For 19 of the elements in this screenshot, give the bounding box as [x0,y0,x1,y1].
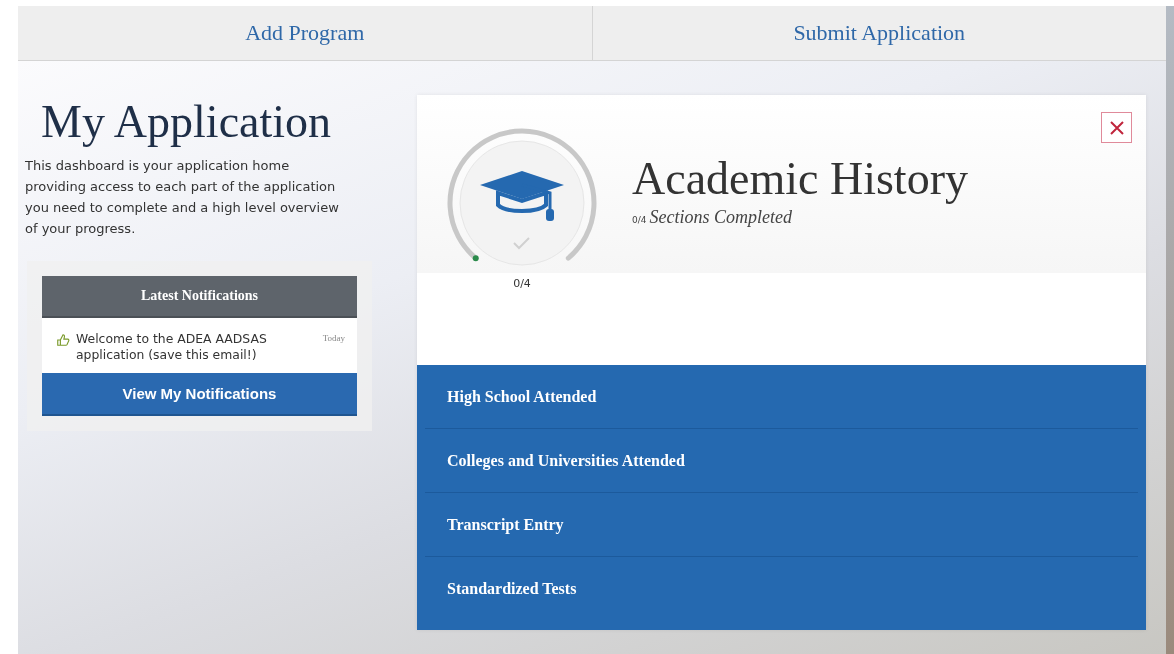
view-notifications-button[interactable]: View My Notifications [42,373,357,416]
graduation-cap-icon [480,171,564,221]
thumbs-up-icon [56,333,70,347]
section-link[interactable]: Standardized Tests [425,557,1138,620]
section-link[interactable]: Colleges and Universities Attended [425,429,1138,493]
section-link[interactable]: Transcript Entry [425,493,1138,557]
intro-text: This dashboard is your application home providing access to each part of the application you need to complete and a high level overview of your progress. [25,157,340,238]
notifications-heading: Latest Notifications [42,276,357,318]
notification-text[interactable]: Welcome to the ADEA AADSAS application (save this email!) [76,331,286,363]
sections-completed-label: Sections Completed [649,207,792,228]
check-icon [513,237,530,250]
sections-count: 0/4 [632,215,647,225]
progress-label: 0/4 [513,277,531,290]
panel-title: Academic History [632,153,968,205]
nav-link[interactable]: Add Program [18,6,592,60]
close-button[interactable] [1101,112,1132,143]
section-link[interactable]: High School Attended [425,365,1138,429]
page-title: My Application [41,95,333,149]
notification-time: Today [322,333,345,343]
